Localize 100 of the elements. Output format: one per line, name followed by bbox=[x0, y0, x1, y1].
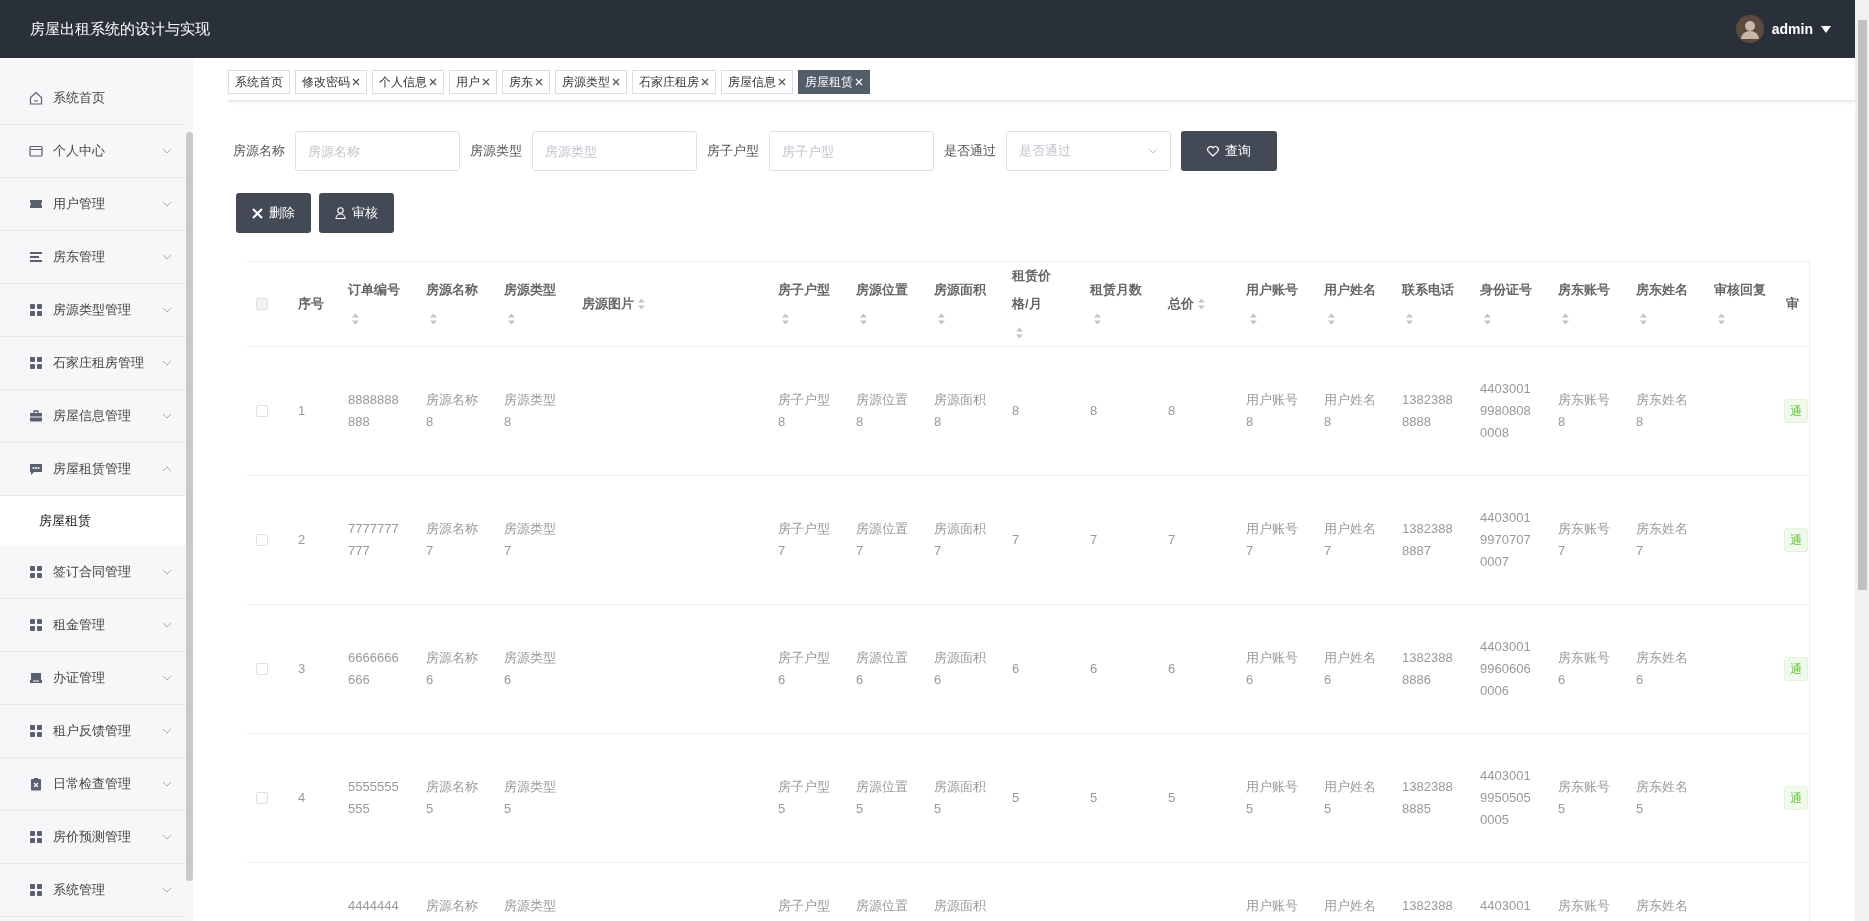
table-cell: 房源面积 bbox=[934, 898, 986, 913]
input-field[interactable]: 房源名称 bbox=[295, 131, 460, 171]
sort-icon[interactable] bbox=[351, 312, 360, 325]
tab[interactable]: 房东 bbox=[502, 70, 550, 94]
table-cell: 房东姓名7 bbox=[1636, 521, 1688, 558]
sort-icon[interactable] bbox=[1327, 312, 1336, 325]
close-icon[interactable] bbox=[429, 78, 437, 86]
clipboard-icon bbox=[29, 777, 43, 791]
table-cell: 用户账号7 bbox=[1246, 521, 1298, 558]
status-tag: 通 bbox=[1784, 399, 1808, 423]
tab[interactable]: 用户 bbox=[449, 70, 497, 94]
grid-icon bbox=[29, 830, 43, 844]
table-cell: 房源类型6 bbox=[504, 650, 556, 687]
column-header[interactable]: 用户账号 bbox=[1236, 261, 1314, 347]
column-header[interactable]: 房东账号 bbox=[1548, 261, 1626, 347]
table-cell: 5 bbox=[1090, 790, 1098, 805]
column-header[interactable]: 审 bbox=[1782, 261, 1810, 347]
column-header[interactable]: 联系电话 bbox=[1392, 261, 1470, 347]
close-icon[interactable] bbox=[612, 78, 620, 86]
submenu-item[interactable]: 房屋租赁 bbox=[0, 496, 186, 546]
sort-icon[interactable] bbox=[937, 312, 946, 325]
scrollbar[interactable] bbox=[186, 132, 193, 881]
search-button[interactable]: 查询 bbox=[1181, 131, 1277, 171]
avatar-icon[interactable] bbox=[1735, 15, 1764, 43]
field-label: 是否通过 bbox=[944, 142, 996, 160]
heart-icon bbox=[1207, 145, 1219, 157]
column-header[interactable]: 房源面积 bbox=[924, 261, 1002, 347]
review-button[interactable]: 审核 bbox=[319, 193, 394, 233]
column-header[interactable]: 租赁月数 bbox=[1080, 261, 1158, 347]
input-field[interactable]: 房源类型 bbox=[532, 131, 697, 171]
column-header[interactable]: 租赁价格/月 bbox=[1002, 261, 1080, 347]
table-cell: 房源面积8 bbox=[934, 392, 986, 429]
checkbox[interactable] bbox=[256, 298, 268, 310]
sort-icon[interactable] bbox=[1015, 326, 1024, 339]
checkbox[interactable] bbox=[256, 792, 268, 804]
table-cell: 13823888888 bbox=[1402, 392, 1453, 429]
close-icon[interactable] bbox=[482, 78, 490, 86]
table-cell: 440300199808080008 bbox=[1480, 381, 1531, 440]
sort-icon[interactable] bbox=[1197, 298, 1206, 311]
table-cell: 用户账号 bbox=[1246, 898, 1298, 913]
sort-icon[interactable] bbox=[1483, 312, 1492, 325]
status-tag: 通 bbox=[1784, 528, 1808, 552]
table-cell: 8888888888 bbox=[348, 392, 399, 429]
sidebar-item[interactable]: 系统首页 bbox=[0, 72, 186, 125]
tab[interactable]: 房屋租赁 bbox=[798, 70, 870, 94]
table-cell: 房东姓名 bbox=[1636, 898, 1688, 913]
sort-icon[interactable] bbox=[781, 312, 790, 325]
tab[interactable]: 石家庄租房 bbox=[632, 70, 716, 94]
tab[interactable]: 房屋信息 bbox=[721, 70, 793, 94]
input-field[interactable]: 房子户型 bbox=[769, 131, 934, 171]
table-cell: 房源位置 bbox=[856, 898, 908, 913]
sort-icon[interactable] bbox=[1639, 312, 1648, 325]
checkbox[interactable] bbox=[256, 534, 268, 546]
sort-icon[interactable] bbox=[1405, 312, 1414, 325]
table-cell: 4403001 bbox=[1480, 898, 1531, 913]
column-header[interactable]: 审核回复 bbox=[1704, 261, 1782, 347]
column-header[interactable]: 房源图片 bbox=[572, 261, 768, 347]
delete-button[interactable]: 删除 bbox=[236, 193, 311, 233]
sort-icon[interactable] bbox=[429, 312, 438, 325]
checkbox[interactable] bbox=[256, 405, 268, 417]
column-header[interactable]: 房源类型 bbox=[494, 261, 572, 347]
table-cell: 7 bbox=[1012, 532, 1020, 547]
table-cell: 房源类型8 bbox=[504, 392, 556, 429]
table-cell: 5 bbox=[1168, 790, 1176, 805]
field-label: 房源类型 bbox=[470, 142, 522, 160]
column-header[interactable]: 房子户型 bbox=[768, 261, 846, 347]
sort-icon[interactable] bbox=[1717, 312, 1726, 325]
username[interactable]: admin bbox=[1771, 21, 1813, 37]
table-cell: 8 bbox=[1090, 403, 1098, 418]
column-header[interactable]: 身份证号 bbox=[1470, 261, 1548, 347]
tab[interactable]: 个人信息 bbox=[372, 70, 444, 94]
column-header[interactable]: 序号 bbox=[288, 261, 338, 347]
column-header[interactable]: 房源位置 bbox=[846, 261, 924, 347]
caret-icon[interactable] bbox=[1821, 25, 1831, 33]
table-cell: 440300199505050005 bbox=[1480, 768, 1531, 827]
checkbox[interactable] bbox=[256, 663, 268, 675]
column-header[interactable]: 房源名称 bbox=[416, 261, 494, 347]
sort-icon[interactable] bbox=[1249, 312, 1258, 325]
printer-icon bbox=[29, 671, 43, 685]
column-header[interactable]: 用户姓名 bbox=[1314, 261, 1392, 347]
sidebar-item[interactable]: 系统管理 bbox=[0, 864, 186, 917]
sort-icon[interactable] bbox=[507, 312, 516, 325]
close-icon[interactable] bbox=[352, 78, 360, 86]
close-icon[interactable] bbox=[535, 78, 543, 86]
table-cell: 房东账号5 bbox=[1558, 779, 1610, 816]
scrollbar[interactable] bbox=[1857, 20, 1867, 590]
column-header[interactable]: 总价 bbox=[1158, 261, 1236, 347]
tab[interactable]: 系统首页 bbox=[228, 70, 290, 94]
tab[interactable]: 修改密码 bbox=[295, 70, 367, 94]
table-cell: 1 bbox=[298, 403, 306, 418]
sort-icon[interactable] bbox=[859, 312, 868, 325]
sort-icon[interactable] bbox=[637, 298, 646, 311]
column-header[interactable]: 订单编号 bbox=[338, 261, 416, 347]
close-icon[interactable] bbox=[778, 78, 786, 86]
sort-icon[interactable] bbox=[1561, 312, 1570, 325]
tab[interactable]: 房源类型 bbox=[555, 70, 627, 94]
sort-icon[interactable] bbox=[1093, 312, 1102, 325]
table-cell: 用户账号8 bbox=[1246, 392, 1298, 429]
close-icon[interactable] bbox=[701, 78, 709, 86]
column-header[interactable]: 房东姓名 bbox=[1626, 261, 1704, 347]
